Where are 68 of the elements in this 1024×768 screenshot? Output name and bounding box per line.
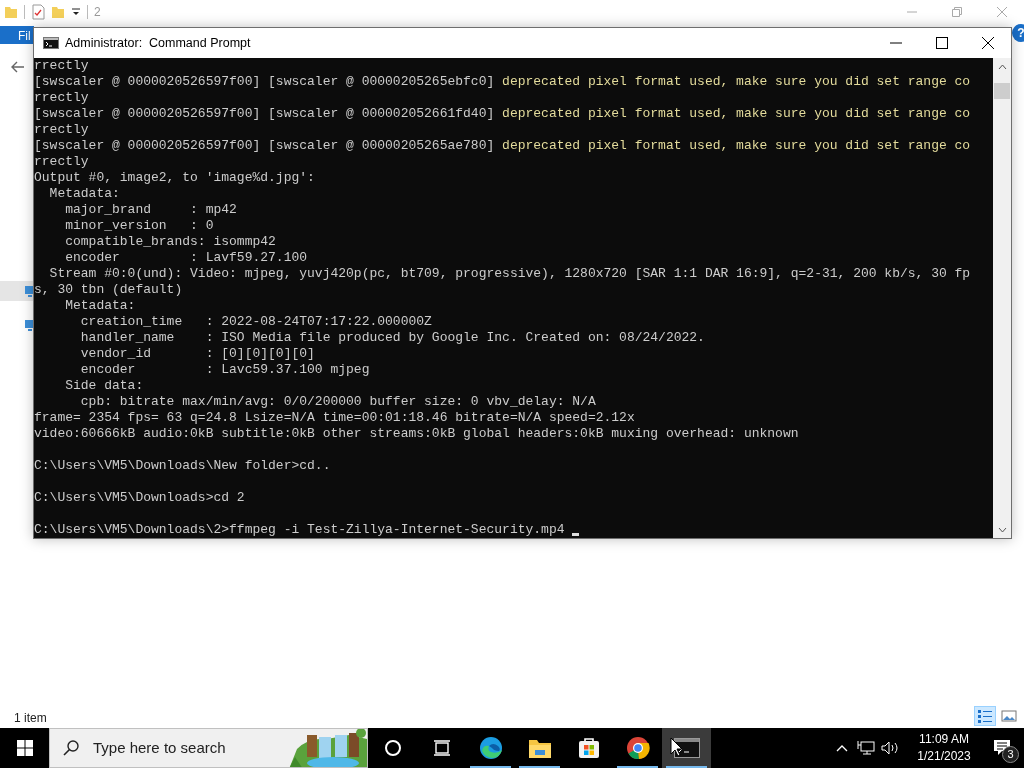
console-line: frame= 2354 fps= 63 q=24.8 Lsize=N/A time=00:01:18.46 bitrate=N/A speed=2.12x [34,410,635,426]
clock[interactable]: 11:09 AM 1/21/2023 [908,731,980,765]
status-text: 1 item [14,710,47,727]
console-line: cpb: bitrate max/min/avg: 0/0/200000 buffer size: 0 vbv_delay: N/A [79,394,596,410]
cortana-icon [383,739,402,757]
windows-icon [16,740,33,756]
console-line: Output #0, image2, to 'image%d.jpg': [34,170,315,186]
close-icon [996,7,1007,17]
search-box[interactable]: Type here to search [49,728,368,768]
chrome-icon [625,736,650,760]
notifications-button[interactable]: 3 [980,728,1024,768]
details-view-icon [977,709,993,723]
search-icon [63,740,79,756]
search-field[interactable]: Type here to search [93,736,293,760]
console-line: compatible_brands: isommp42 [64,234,276,250]
console-line: rrectly [34,154,89,170]
console-line: handler_name : ISO Media file produced by Google Inc. Created on: 08/24/2022. [79,330,705,346]
mouse-pointer-icon [670,737,683,757]
console-icon [43,37,59,49]
console-line: [swscaler @ 0000020526597f00] [swscaler @ 00000205265ae780] deprecated pixel format used, make sure you did set range co [34,138,971,154]
console-line: video:60666kB audio:0kB subtitle:0kB other streams:0kB global headers:0kB muxing overhead: unknown [34,426,799,442]
close-icon [982,37,994,49]
console-line: s, 30 tbn (default) [34,282,183,298]
folder-icon [527,737,552,759]
console-line: minor_version : 0 [64,218,214,234]
console-line: [swscaler @ 0000020526597f00] [swscaler @ 000002052661fd40] deprecated pixel format used, make sure you did set range co [34,106,971,122]
console-line: encoder : Lavf59.27.100 [64,250,308,266]
console-line: Side data: [64,378,144,394]
scrollbar[interactable] [993,58,1011,538]
help-icon[interactable]: ? [1012,24,1024,42]
edge-icon [478,736,503,760]
console-line: rrectly [34,122,89,138]
console-line: rrectly [34,58,89,74]
console-line: creation_time : 2022-08-24T07:17:22.000000Z [79,314,432,330]
back-arrow-icon[interactable] [11,61,25,73]
properties-icon[interactable] [31,4,45,20]
console-line: [swscaler @ 0000020526597f00] [swscaler @ 00000205265ebfc0] deprecated pixel format used, make sure you did set range co [34,74,971,90]
console-line: vendor_id : [0][0][0][0] [79,346,315,362]
speaker-icon [881,740,899,756]
console-line: encoder : Lavc59.37.100 mjpeg [79,362,370,378]
file-tab[interactable]: Fil [0,26,34,44]
window-title: Administrator: Command Prompt [65,34,251,52]
console-line: major_brand : mp42 [64,202,237,218]
console-line: rrectly [34,90,89,106]
date-text: 1/21/2023 [916,748,972,765]
chevron-down-icon [997,526,1007,533]
console-line: C:\Users\VM5\Downloads\2>ffmpeg -i Test-Zillya-Internet-Security.mp4 [34,522,566,537]
restore-icon [951,7,962,17]
console-line: C:\Users\VM5\Downloads\New folder>cd.. [34,458,331,474]
chevron-up-icon [836,744,848,752]
console-line: Metadata: [48,186,120,202]
task-view-icon [432,740,451,756]
store-icon [576,736,601,760]
terminal-taskbar-button[interactable] [662,728,711,768]
text-cursor [572,533,580,536]
details-view-button[interactable] [974,706,996,726]
console-line: C:\Users\VM5\Downloads>cd 2 [34,490,245,506]
network-icon [857,740,875,756]
dropdown-icon[interactable] [71,7,81,17]
notification-count: 3 [1002,746,1019,763]
maximize-icon [936,37,948,49]
time-text: 11:09 AM [918,731,970,748]
console-line: Metadata: [64,298,136,314]
thumbnails-view-icon [1001,709,1017,723]
window-title: 2 [94,4,101,21]
console-line: Stream #0:0(und): Video: mjpeg, yuvj420p(pc, bt709, progressive), 1280x720 [SAR 1:1 DAR 16:9], q=2-31, 200 kb/s, 30 fp [48,266,971,282]
scroll-thumb[interactable] [994,83,1010,99]
chevron-up-icon [997,63,1007,70]
